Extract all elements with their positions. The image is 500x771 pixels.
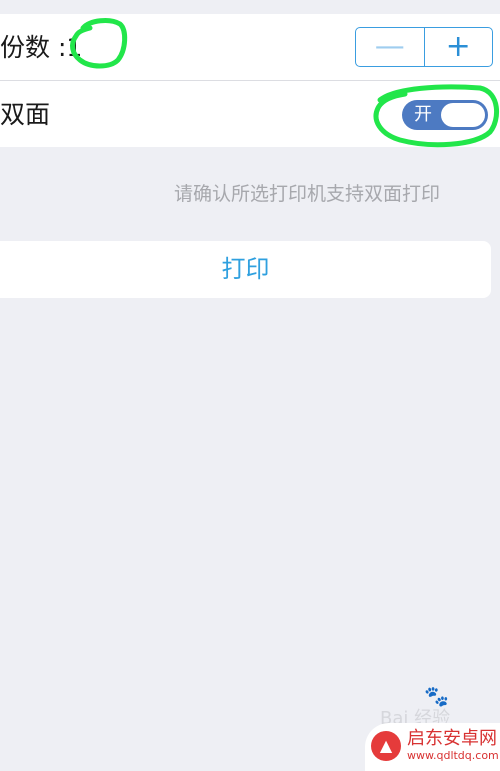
duplex-label: 双面 [0,100,51,129]
duplex-hint-text: 请确认所选打印机支持双面打印 [173,183,440,205]
brand-url: www.qdltdq.com [407,749,499,762]
print-button[interactable]: 打印 [0,241,491,298]
print-button-label: 打印 [221,255,270,283]
duplex-hint: 请确认所选打印机支持双面打印 [0,180,486,208]
copies-label: 份数 :1 [0,33,83,62]
brand-name: 启东安卓网 [407,728,497,749]
brand-logo-icon: ▲ [371,731,401,761]
copies-row: 份数 :1 — + [0,14,500,80]
duplex-toggle[interactable]: 开 [402,100,488,130]
copies-stepper[interactable]: — + [355,27,493,67]
toggle-knob [441,103,485,127]
toggle-on-text: 开 [414,104,432,125]
increment-button[interactable]: + [423,28,493,66]
top-strip [0,0,500,14]
duplex-row: 双面 开 [0,81,500,147]
decrement-button[interactable]: — [356,28,424,66]
site-brand: ▲ 启东安卓网 www.qdltdq.com [365,723,500,771]
minus-icon: — [374,29,405,64]
plus-icon: + [445,29,471,64]
